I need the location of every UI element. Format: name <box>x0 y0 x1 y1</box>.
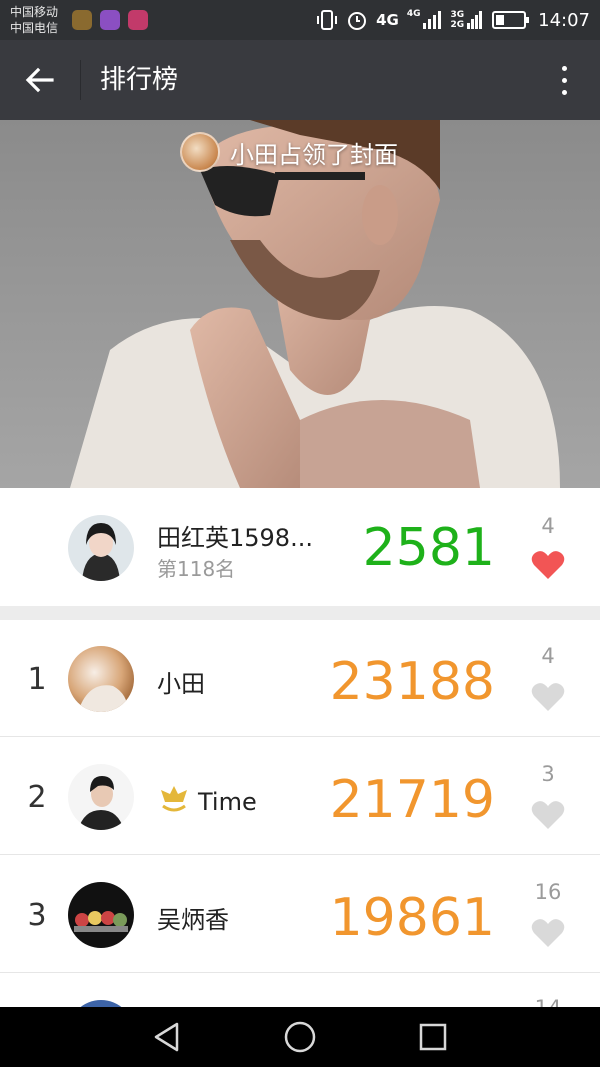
avatar <box>68 882 134 948</box>
heart-icon[interactable] <box>531 800 565 830</box>
message-notification-icon <box>128 10 148 30</box>
carrier-1: 中国移动 <box>10 5 59 19</box>
avatar <box>68 515 134 581</box>
home-circle-icon[interactable] <box>283 1020 317 1054</box>
crown-badge-icon <box>161 786 187 812</box>
more-menu-button[interactable] <box>552 62 576 98</box>
heart-icon[interactable] <box>531 682 565 712</box>
app-bar-divider <box>80 60 81 100</box>
cover-photo <box>0 120 600 488</box>
back-button[interactable] <box>22 62 58 98</box>
heart-icon[interactable] <box>531 918 565 948</box>
user-name: Time <box>198 788 257 816</box>
page-title: 排行榜 <box>100 65 179 95</box>
more-dot-icon <box>561 65 567 71</box>
my-score: 2581 <box>362 518 495 578</box>
system-nav-bar <box>0 1007 600 1067</box>
section-divider <box>0 606 600 620</box>
carrier-2: 中国电信 <box>10 21 59 35</box>
signal-2-icon <box>467 11 483 29</box>
battery-icon <box>492 11 530 29</box>
user-score: 19861 <box>329 888 495 948</box>
app-bar: 排行榜 <box>0 40 600 120</box>
table-row[interactable]: 2 Time 21719 3 <box>0 738 600 855</box>
rank-number: 3 <box>27 898 47 933</box>
more-dot-icon <box>561 89 567 95</box>
app-notification-icon <box>72 10 92 30</box>
network-2g: 2G <box>450 19 465 30</box>
network-3g: 3G <box>450 9 465 20</box>
more-dot-icon <box>561 77 567 83</box>
vibrate-icon <box>317 10 338 30</box>
gallery-notification-icon <box>100 10 120 30</box>
table-row[interactable]: 3 吴炳香 19861 16 <box>0 856 600 973</box>
table-row[interactable]: 1 小田 23188 4 <box>0 620 600 737</box>
user-score: 23188 <box>329 652 495 712</box>
notification-icons <box>72 10 148 30</box>
avatar <box>68 646 134 712</box>
my-like-count: 4 <box>541 514 555 538</box>
cover-caption: 小田占领了封面 <box>230 140 398 169</box>
clock: 14:07 <box>538 9 590 31</box>
arrow-left-icon <box>25 67 54 93</box>
recents-square-icon[interactable] <box>418 1022 448 1052</box>
carrier-info: 中国移动 中国电信 <box>10 4 58 36</box>
cover-owner-avatar <box>180 132 220 172</box>
like-count: 16 <box>534 880 562 904</box>
rank-number: 2 <box>27 780 47 815</box>
avatar <box>68 764 134 830</box>
like-count: 3 <box>541 762 555 786</box>
user-score: 21719 <box>329 770 495 830</box>
network-type-small: 4G <box>406 9 421 19</box>
cover-image[interactable]: 小田占领了封面 <box>0 120 600 488</box>
like-count: 4 <box>541 644 555 668</box>
cover-owner-badge: 小田占领了封面 <box>180 132 398 172</box>
status-bar: 中国移动 中国电信 4G 4G 3G 2G 14:07 <box>0 0 600 40</box>
user-name: 小田 <box>157 670 205 698</box>
signal-icon <box>423 11 442 29</box>
rank-number: 1 <box>27 662 47 697</box>
user-name: 吴炳香 <box>157 906 229 934</box>
my-rank-row[interactable]: 田红英1598... 第118名 2581 4 <box>0 488 600 606</box>
alarm-icon <box>348 12 367 30</box>
back-triangle-icon[interactable] <box>152 1021 182 1053</box>
heart-icon[interactable] <box>531 550 565 580</box>
network-type: 4G <box>376 11 399 29</box>
my-rank-position: 第118名 <box>157 557 236 581</box>
